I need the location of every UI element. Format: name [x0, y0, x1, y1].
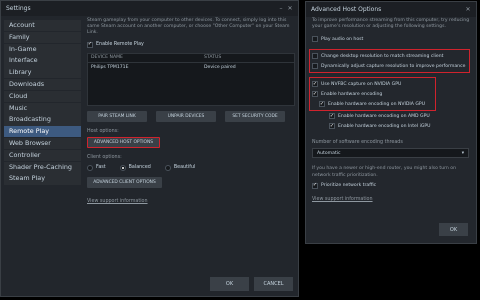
- cancel-button[interactable]: CANCEL: [254, 277, 293, 291]
- close-icon[interactable]: ✕: [287, 5, 293, 12]
- radio-beautiful[interactable]: Beautiful: [164, 164, 195, 171]
- device-status-cell: Device paired: [204, 64, 236, 70]
- set-security-code-button[interactable]: SET SECURITY CODE: [225, 110, 285, 122]
- radio-beautiful-dot[interactable]: [164, 164, 171, 171]
- host-options-label: Host options:: [87, 128, 119, 134]
- change-resolution-checkbox[interactable]: [312, 53, 318, 60]
- remote-play-panel: Steam gameplay from your computer to oth…: [87, 18, 295, 204]
- chevron-down-icon: ▾: [461, 150, 464, 156]
- advanced-client-options-button[interactable]: ADVANCED CLIENT OPTIONS: [87, 176, 162, 188]
- sidebar-item-family[interactable]: Family: [4, 31, 81, 44]
- sidebar-item-cloud[interactable]: Cloud: [4, 90, 81, 103]
- threads-label: Number of software encoding threads: [312, 140, 403, 146]
- prioritize-traffic-row[interactable]: ✓ Prioritize network traffic: [312, 181, 472, 191]
- sidebar-item-in-game[interactable]: In-Game: [4, 43, 81, 55]
- resolution-options-highlight: Change desktop resolution to match strea…: [309, 49, 470, 74]
- view-support-link[interactable]: View support information: [87, 199, 148, 204]
- sidebar-item-downloads[interactable]: Downloads: [4, 78, 81, 91]
- advanced-description: To improve performance streaming from th…: [312, 18, 470, 30]
- hw-amd-row[interactable]: ✓ Enable hardware encoding on AMD GPU: [312, 111, 472, 121]
- advanced-ok-button[interactable]: OK: [439, 223, 468, 236]
- enable-remote-play-label: Enable Remote Play: [96, 42, 144, 48]
- advanced-title: Advanced Host Options: [311, 6, 382, 13]
- settings-title: Settings: [6, 5, 31, 12]
- client-quality-radios: Fast Balanced Beautiful: [87, 164, 295, 171]
- router-note: If you have a newer or high-end router, …: [312, 166, 457, 178]
- minimize-icon[interactable]: –: [278, 5, 284, 12]
- play-audio-row[interactable]: Play audio on host: [312, 34, 472, 44]
- advanced-titlebar[interactable]: Advanced Host Options ✕: [306, 2, 476, 17]
- hw-intel-checkbox[interactable]: ✓: [329, 123, 335, 130]
- dynamic-resolution-checkbox[interactable]: [312, 63, 318, 70]
- sidebar-item-web-browser[interactable]: Web Browser: [4, 137, 81, 150]
- sidebar-item-controller[interactable]: Controller: [4, 149, 81, 162]
- hw-amd-checkbox[interactable]: ✓: [329, 113, 335, 120]
- advanced-support-link[interactable]: View support information: [312, 197, 373, 202]
- advanced-host-options-button[interactable]: ADVANCED HOST OPTIONS: [87, 136, 160, 148]
- enable-remote-play-checkbox[interactable]: ✓: [87, 41, 93, 48]
- hw-nvidia-checkbox[interactable]: ✓: [319, 101, 325, 108]
- nvfbc-row[interactable]: ✓ Use NVFBC capture on NVIDIA GPU: [312, 79, 433, 89]
- settings-titlebar[interactable]: Settings – ✕: [1, 1, 298, 16]
- device-name-cell: Philips TPM171E: [91, 64, 129, 70]
- pair-steam-link-button[interactable]: PAIR STEAM LINK: [87, 110, 147, 122]
- advanced-body: To improve performance streaming from th…: [309, 18, 472, 202]
- sidebar-item-remote-play[interactable]: Remote Play: [4, 126, 81, 138]
- sidebar-item-broadcasting[interactable]: Broadcasting: [4, 114, 81, 126]
- ok-button[interactable]: OK: [210, 277, 249, 291]
- remote-play-description: Steam gameplay from your computer to oth…: [87, 18, 290, 36]
- hw-nvidia-row[interactable]: ✓ Enable hardware encoding on NVIDIA GPU: [312, 99, 433, 109]
- sidebar-item-steam-play[interactable]: Steam Play: [4, 173, 81, 185]
- device-table-header: DEVICE NAME STATUS: [88, 54, 294, 63]
- unpair-devices-button[interactable]: UNPAIR DEVICES: [156, 110, 216, 122]
- settings-window: Settings – ✕ Account Family In-Game Inte…: [0, 0, 299, 297]
- sidebar-item-music[interactable]: Music: [4, 102, 81, 114]
- sidebar-item-interface[interactable]: Interface: [4, 55, 81, 67]
- radio-balanced-dot[interactable]: [119, 164, 126, 171]
- radio-fast-dot[interactable]: [87, 164, 93, 171]
- radio-fast[interactable]: Fast: [87, 164, 106, 171]
- advanced-host-options-window: Advanced Host Options ✕ To improve perfo…: [305, 1, 477, 244]
- dynamic-resolution-row[interactable]: Dynamically adjust capture resolution to…: [312, 61, 467, 71]
- enable-remote-play-row[interactable]: ✓ Enable Remote Play: [87, 41, 295, 48]
- change-resolution-row[interactable]: Change desktop resolution to match strea…: [312, 51, 467, 61]
- sidebar-item-account[interactable]: Account: [4, 20, 81, 32]
- nvfbc-checkbox[interactable]: ✓: [312, 81, 318, 88]
- hardware-encoding-checkbox[interactable]: ✓: [312, 91, 318, 98]
- sidebar-item-shader-pre-caching[interactable]: Shader Pre-Caching: [4, 161, 81, 173]
- threads-select[interactable]: Automatic ▾: [312, 148, 469, 159]
- prioritize-traffic-checkbox[interactable]: ✓: [312, 182, 318, 189]
- table-row[interactable]: Philips TPM171E Device paired: [88, 63, 294, 72]
- encoding-options-highlight: ✓ Use NVFBC capture on NVIDIA GPU ✓ Enab…: [309, 77, 436, 112]
- device-table: DEVICE NAME STATUS Philips TPM171E Devic…: [87, 52, 295, 106]
- col-status[interactable]: STATUS: [204, 55, 221, 60]
- sidebar-item-library[interactable]: Library: [4, 67, 81, 79]
- close-icon[interactable]: ✕: [465, 6, 471, 13]
- radio-balanced[interactable]: Balanced: [119, 164, 151, 171]
- client-options-label: Client options:: [87, 154, 122, 160]
- threads-value: Automatic: [317, 150, 341, 156]
- settings-sidebar: Account Family In-Game Interface Library…: [4, 20, 81, 185]
- hw-intel-row[interactable]: ✓ Enable hardware encoding on Intel iGPU: [312, 121, 472, 131]
- col-device-name[interactable]: DEVICE NAME: [91, 55, 204, 60]
- hardware-encoding-row[interactable]: ✓ Enable hardware encoding: [312, 89, 433, 99]
- play-audio-checkbox[interactable]: [312, 36, 318, 43]
